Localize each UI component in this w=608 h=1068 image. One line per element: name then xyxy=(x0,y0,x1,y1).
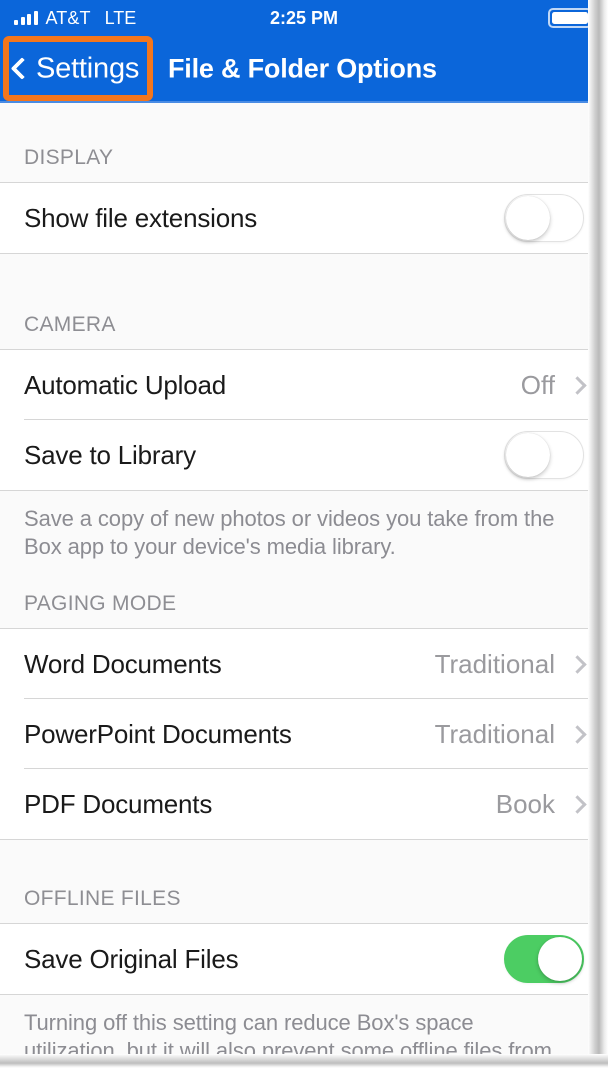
row-label: PowerPoint Documents xyxy=(24,718,292,749)
word-documents-value: Traditional xyxy=(434,648,555,679)
chevron-right-icon xyxy=(568,725,587,744)
row-save-original-files[interactable]: Save Original Files xyxy=(0,924,608,995)
row-pdf-documents[interactable]: PDF Documents Book xyxy=(0,769,608,840)
status-bar-right xyxy=(548,0,595,36)
powerpoint-documents-value: Traditional xyxy=(434,718,555,749)
row-accessory: Traditional xyxy=(434,718,587,750)
phone-screen: AT&T LTE 2:25 PM Settings File & Folder … xyxy=(0,0,608,1068)
row-accessory xyxy=(504,935,584,984)
row-powerpoint-documents[interactable]: PowerPoint Documents Traditional xyxy=(0,699,608,770)
save-original-files-toggle[interactable] xyxy=(504,935,584,984)
status-bar-clock: 2:25 PM xyxy=(269,7,339,28)
back-button[interactable]: Settings xyxy=(10,52,140,85)
row-label: Automatic Upload xyxy=(24,369,227,400)
section-header-display: DISPLAY xyxy=(0,103,608,183)
row-accessory xyxy=(504,194,584,242)
row-save-to-library[interactable]: Save to Library xyxy=(0,420,608,490)
row-accessory: Book xyxy=(495,788,587,820)
row-label: Save to Library xyxy=(24,439,196,470)
row-accessory: Traditional xyxy=(434,648,587,680)
pdf-documents-value: Book xyxy=(495,788,555,819)
row-accessory xyxy=(504,431,584,479)
battery-icon xyxy=(548,8,595,28)
row-word-documents[interactable]: Word Documents Traditional xyxy=(0,629,608,700)
row-accessory: Off xyxy=(520,369,587,401)
page-title: File & Folder Options xyxy=(168,53,437,83)
navigation-bar: Settings File & Folder Options xyxy=(0,36,608,103)
section-header-offline-files: OFFLINE FILES xyxy=(0,839,608,925)
automatic-upload-value: Off xyxy=(520,369,555,400)
section-header-camera: CAMERA xyxy=(0,253,608,350)
battery-fill xyxy=(552,12,588,24)
row-label: Word Documents xyxy=(24,648,222,679)
row-label: Save Original Files xyxy=(24,943,239,974)
row-show-file-extensions[interactable]: Show file extensions xyxy=(0,183,608,253)
row-automatic-upload[interactable]: Automatic Upload Off xyxy=(0,350,608,420)
save-to-library-toggle[interactable] xyxy=(504,431,584,479)
back-button-label: Settings xyxy=(36,52,140,84)
chevron-left-icon xyxy=(10,57,34,80)
camera-section-note: Save a copy of new photos or videos you … xyxy=(0,490,608,578)
offline-files-section-note: Turning off this setting can reduce Box'… xyxy=(0,994,608,1061)
show-file-extensions-toggle[interactable] xyxy=(504,194,584,242)
toggle-knob xyxy=(506,433,550,477)
chevron-right-icon xyxy=(568,795,587,814)
chevron-right-icon xyxy=(568,655,587,674)
settings-list[interactable]: DISPLAY Show file extensions CAMERA Auto… xyxy=(0,103,608,1068)
battery-cap xyxy=(592,14,595,22)
chevron-right-icon xyxy=(568,375,587,395)
toggle-knob xyxy=(538,937,582,982)
toggle-knob xyxy=(506,196,550,240)
section-header-paging-mode: PAGING MODE xyxy=(0,577,608,630)
row-label: Show file extensions xyxy=(24,202,258,233)
row-label: PDF Documents xyxy=(24,788,213,819)
status-bar: AT&T LTE 2:25 PM xyxy=(0,0,608,36)
